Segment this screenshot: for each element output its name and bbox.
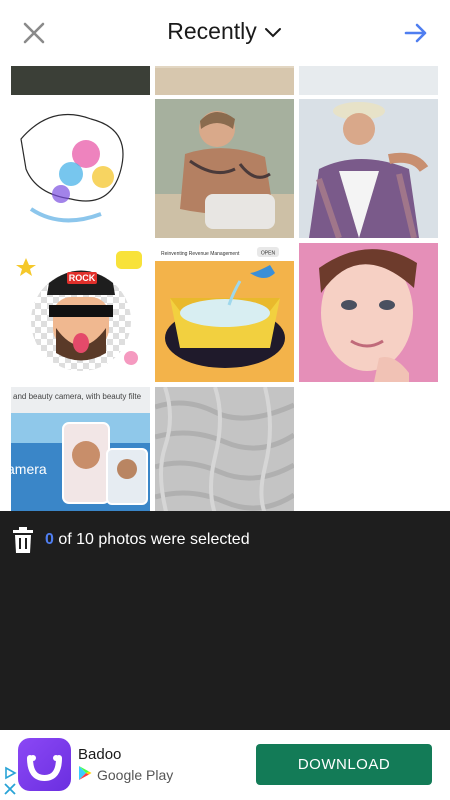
ad-banner: Badoo Google Play DOWNLOAD: [0, 730, 450, 800]
ad-choices-icon[interactable]: [3, 766, 17, 780]
selection-panel: 0 of 10 photos were selected: [0, 511, 450, 730]
photo-tattooed-man-crouching[interactable]: [155, 99, 294, 238]
photo-watercolor-portrait[interactable]: [11, 99, 150, 238]
selection-status-label: of 10 photos were selected: [58, 531, 250, 548]
photo-beige-partial[interactable]: [155, 66, 294, 95]
ad-store-label: Google Play: [97, 766, 174, 783]
google-play-icon: [78, 765, 92, 784]
beauty-ad-title: amera: [11, 461, 47, 477]
ad-store: Google Play: [78, 765, 173, 784]
photo-dark-partial[interactable]: [11, 66, 150, 95]
photo-sticker-rock-cap[interactable]: ROCK: [11, 243, 150, 382]
ad-app-name: Badoo: [78, 746, 122, 763]
album-selector[interactable]: Recently: [167, 18, 282, 45]
photo-beauty-camera-ad[interactable]: and beauty camera, with beauty filte ame…: [11, 387, 150, 511]
album-title: Recently: [167, 18, 257, 44]
arrow-right-icon[interactable]: [402, 19, 430, 47]
photo-light-partial[interactable]: [299, 66, 438, 95]
trash-icon[interactable]: [11, 527, 35, 553]
ad-open-text: OPEN: [261, 251, 276, 257]
download-button[interactable]: DOWNLOAD: [256, 744, 432, 785]
photo-ad-reinventing-revenue[interactable]: Reinventing Revenue Management OPEN: [155, 243, 294, 382]
sticker-rock-text: ROCK: [69, 273, 96, 283]
photo-girl-face[interactable]: [299, 243, 438, 382]
badoo-app-icon[interactable]: [18, 738, 71, 791]
photo-grid: ROCK Reinventing Revenue Management OPEN: [0, 66, 450, 511]
photo-man-plaid-shirt[interactable]: [299, 99, 438, 238]
photo-gray-texture[interactable]: [155, 387, 294, 511]
selected-count: 0: [45, 531, 54, 548]
beauty-ad-caption: and beauty camera, with beauty filte: [13, 392, 142, 401]
ad-close-icon[interactable]: [3, 782, 17, 796]
chevron-down-icon: [263, 18, 283, 45]
top-bar: Recently: [0, 0, 450, 66]
selection-status: 0 of 10 photos were selected: [45, 531, 250, 549]
ad-headline: Reinventing Revenue Management: [161, 251, 240, 257]
